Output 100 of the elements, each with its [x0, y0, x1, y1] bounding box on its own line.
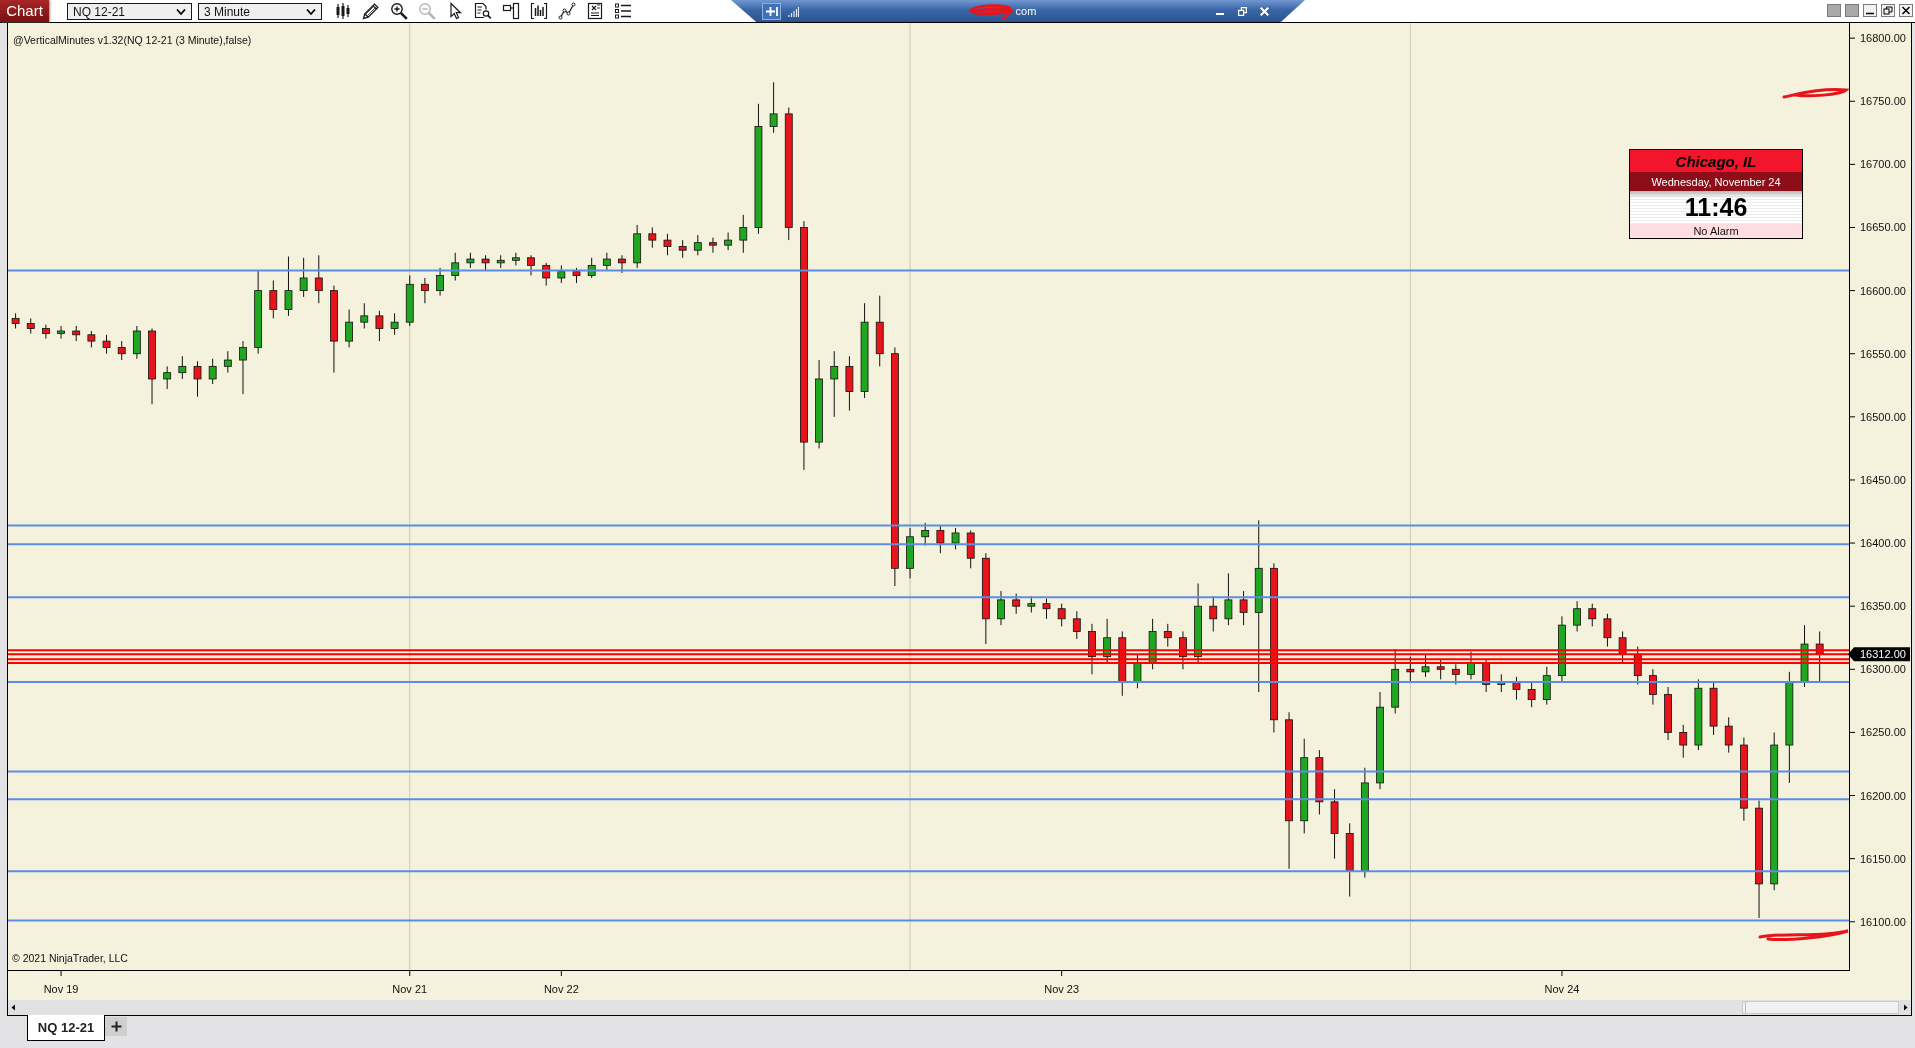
minimize-icon: [1216, 13, 1224, 15]
candle: [1118, 630, 1127, 697]
candle: [1451, 663, 1460, 685]
close-button[interactable]: [1899, 4, 1913, 17]
candle: [1133, 653, 1142, 689]
candle: [1209, 595, 1218, 632]
candle: [451, 252, 460, 281]
price-label: 16750.00: [1860, 95, 1906, 108]
date-label: Nov 19: [43, 983, 79, 995]
candle: [572, 267, 581, 284]
candle: [466, 252, 475, 269]
add-tab-button[interactable]: [105, 1017, 127, 1036]
candle: [132, 325, 141, 360]
restore-icon: [1237, 6, 1247, 16]
candle: [72, 325, 81, 342]
plus-icon[interactable]: [762, 2, 781, 20]
candle: [1588, 603, 1597, 627]
candle: [1330, 788, 1339, 860]
last-price-label: 16312.00: [1848, 647, 1910, 662]
price-label: 16800.00: [1860, 32, 1906, 45]
candle: [1512, 676, 1521, 701]
candle: [1724, 716, 1733, 754]
candle: [830, 350, 839, 418]
zoom-in-icon: [390, 2, 408, 20]
minimize-icon: [1863, 4, 1877, 17]
candle: [693, 234, 702, 256]
candle: [648, 227, 657, 249]
candle: [390, 312, 399, 336]
interval-dropdown[interactable]: 3 Minute: [198, 3, 322, 20]
candle: [1163, 623, 1172, 648]
candle: [1573, 600, 1581, 632]
candle: [557, 264, 566, 284]
scroll-thumb[interactable]: [1742, 1001, 1899, 1014]
candle: [223, 350, 232, 374]
candle: [1497, 673, 1506, 693]
square-icon: [1845, 4, 1859, 17]
date-label: Nov 21: [392, 983, 428, 995]
candle: [906, 527, 914, 579]
candle: [208, 358, 217, 385]
candle: [951, 527, 960, 550]
alarm-status: No Alarm: [1630, 224, 1802, 238]
candle: [1815, 630, 1824, 683]
candle: [193, 360, 202, 398]
candle: [724, 232, 732, 251]
caret-icon: [306, 8, 316, 15]
candle: [1148, 618, 1157, 670]
candle: [345, 309, 353, 348]
candle: [1012, 593, 1021, 615]
candle: [936, 524, 945, 554]
restore-icon: [1881, 4, 1895, 17]
minimize-button[interactable]: [1863, 4, 1877, 17]
candle: [421, 277, 429, 304]
restore-button[interactable]: [1881, 4, 1895, 17]
price-label: 16400.00: [1860, 537, 1906, 550]
candle: [845, 355, 854, 412]
date-label: Nov 23: [1044, 983, 1080, 995]
candle: [709, 237, 717, 254]
candle: [633, 224, 642, 269]
candle: [1406, 656, 1415, 683]
candle: [314, 254, 323, 304]
chart-menu-button[interactable]: Chart: [0, 0, 49, 22]
candle: [512, 252, 520, 266]
candle: [405, 274, 414, 327]
pencil-icon: [362, 2, 380, 20]
candle: [966, 529, 975, 569]
caret-icon: [176, 8, 186, 15]
chart-tab[interactable]: NQ 12-21: [27, 1015, 105, 1041]
panel-icon: [502, 2, 520, 20]
candle: [360, 302, 369, 329]
candle: [1603, 613, 1612, 648]
candle: [542, 262, 551, 287]
candle: [1421, 653, 1430, 678]
window-title: com: [1015, 5, 1037, 17]
price-label: 16650.00: [1860, 221, 1906, 234]
square-icon: [1827, 4, 1841, 17]
candle: [1224, 572, 1233, 626]
candle: [1179, 630, 1187, 670]
candle: [618, 254, 626, 274]
candle: [1558, 615, 1566, 683]
candle: [375, 310, 384, 342]
candle: [1467, 651, 1475, 680]
candle: [102, 334, 111, 355]
candle: [602, 252, 611, 271]
indicator-label: @VerticalMinutes v1.32(NQ 12-21 (3 Minute),false): [13, 34, 252, 46]
candle: [1072, 610, 1081, 640]
price-label: 16150.00: [1860, 852, 1906, 865]
instrument-dropdown[interactable]: NQ 12-21: [67, 3, 192, 20]
price-label: 16600.00: [1860, 284, 1906, 297]
candle: [1664, 686, 1672, 741]
candle: [769, 81, 778, 134]
scribble-mark: [1782, 88, 1848, 99]
candle: [1542, 666, 1551, 706]
candle: [178, 355, 187, 380]
bar-chart-icon: [530, 2, 548, 20]
candle: [481, 254, 490, 271]
clock-city: Chicago, IL: [1630, 150, 1802, 172]
candle: [527, 254, 535, 276]
list-icon: [614, 2, 632, 20]
close-icon: [1259, 6, 1269, 16]
candlestick-icon: [334, 2, 352, 20]
